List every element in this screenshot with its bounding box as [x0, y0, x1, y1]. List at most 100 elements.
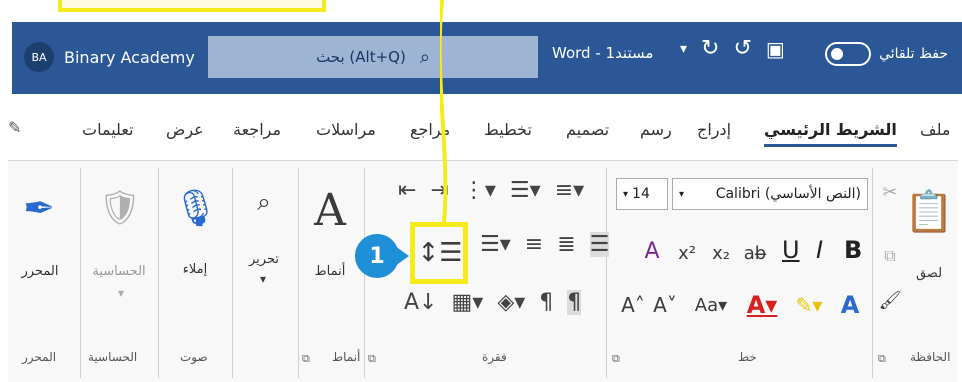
account-area[interactable]: BA Binary Academy [24, 42, 195, 72]
font-color-icon[interactable]: A▾ [740, 288, 784, 322]
subscript-icon[interactable]: x₂ [706, 238, 736, 268]
microphone-icon[interactable]: 🎙 [173, 176, 219, 240]
numbered-list-icon[interactable]: ☰▾ [510, 178, 541, 203]
tab-view[interactable]: عرض [166, 120, 204, 139]
shading-icon[interactable]: ◈▾ [497, 290, 525, 315]
paragraph-group-label: فقرة [482, 350, 507, 364]
group-separator [298, 168, 299, 378]
paste-button-label[interactable]: لصق [905, 266, 953, 281]
editor-button-label[interactable]: المحرر [14, 264, 66, 279]
strikethrough-icon[interactable]: ab̶ [740, 238, 770, 268]
shrink-font-icon[interactable]: A˅ [650, 288, 680, 322]
clipboard-group-label: الحافظة [910, 350, 951, 364]
find-icon[interactable]: ⌕ [246, 184, 282, 220]
redo-icon[interactable]: ↻ [701, 36, 719, 61]
chevron-down-icon[interactable]: ▾ [680, 41, 687, 57]
tab-mailings[interactable]: مراسلات [316, 120, 376, 139]
decrease-indent-icon[interactable]: ⇤ [398, 178, 416, 203]
font-name-dropdown[interactable]: (النص الأساسي) Calibri ▾ [672, 178, 868, 210]
paragraph-row-misc: A↓ ▦▾ ◈▾ ¶ ¶ [404, 290, 582, 315]
dialog-launcher-icon[interactable]: ⧉ [302, 352, 310, 366]
paste-icon[interactable]: 📋 [904, 182, 954, 240]
borders-icon[interactable]: ▦▾ [451, 290, 483, 315]
editor-icon[interactable]: ✒ [14, 176, 64, 240]
copy-icon[interactable]: ⧉ [878, 244, 902, 268]
sort-icon[interactable]: A↓ [404, 290, 437, 315]
paragraph-row-align: ☰▾ ≡ ≣ ☰ [480, 232, 610, 257]
paragraph-row-lists: ⇤ ⇥ ⋮▾ ☰▾ ≡▾ [398, 178, 584, 203]
tab-help[interactable]: تعليمات [82, 120, 133, 139]
sensitivity-icon: 🛡 [98, 188, 142, 228]
chevron-down-icon: ▾ [117, 286, 125, 300]
styles-button-label[interactable]: أنماط [304, 264, 356, 279]
tab-insert[interactable]: إدراج [697, 120, 731, 139]
sensitivity-button-label: الحساسية [92, 264, 146, 279]
search-icon: ⌕ [419, 46, 430, 68]
align-center-icon[interactable]: ≣ [557, 232, 575, 257]
voice-group-label: صوت [180, 350, 208, 364]
highlight-color-icon[interactable]: ✎▾ [790, 288, 828, 322]
tab-design[interactable]: تصميم [566, 120, 609, 139]
group-separator [606, 168, 607, 378]
bold-button[interactable]: B [844, 236, 862, 264]
account-name: Binary Academy [64, 47, 195, 67]
title-bar: BA Binary Academy بحث (Alt+Q) ⌕ مستند1 -… [12, 22, 962, 94]
chevron-down-icon[interactable]: ▾ [248, 270, 278, 288]
increase-indent-icon[interactable]: ⇥ [430, 178, 448, 203]
undo-icon[interactable]: ↺ [733, 36, 751, 61]
group-separator [80, 168, 81, 378]
tab-file[interactable]: ملف [920, 120, 950, 139]
editing-button-label[interactable]: تحرير [240, 252, 288, 267]
align-left-icon[interactable]: ☰ [589, 232, 610, 257]
save-icon[interactable]: ▣ [766, 37, 785, 61]
change-case-icon[interactable]: Aa▾ [688, 288, 734, 322]
align-right-icon[interactable]: ≡ [525, 232, 543, 257]
ribbon-tabs: ملف الشريط الرئيسي إدراج رسم تصميم تخطيط… [0, 110, 962, 152]
styles-group-label: أنماط [332, 350, 361, 364]
font-group-label: خط [738, 350, 757, 364]
chevron-down-icon: ▾ [623, 188, 629, 200]
dialog-launcher-icon[interactable]: ⧉ [878, 352, 886, 366]
search-box[interactable]: بحث (Alt+Q) ⌕ [208, 36, 538, 78]
font-name-value: (النص الأساسي) Calibri [715, 186, 861, 202]
autosave: حفظ تلقائي [825, 42, 948, 66]
autosave-toggle[interactable] [825, 42, 872, 66]
group-separator [872, 168, 873, 378]
format-painter-icon[interactable]: 🖌 [878, 288, 902, 312]
align-justify-icon[interactable]: ☰▾ [480, 232, 511, 257]
document-title: مستند1 - Word [552, 44, 654, 62]
tab-home[interactable]: الشريط الرئيسي [764, 120, 897, 147]
bullet-list-icon[interactable]: ≡▾ [555, 178, 584, 203]
sensitivity-group-label: الحساسية [88, 350, 138, 364]
superscript-icon[interactable]: x² [672, 238, 702, 268]
annotation-step-marker: 1 [355, 234, 409, 278]
avatar[interactable]: BA [24, 42, 54, 72]
dictate-button-label[interactable]: إملاء [170, 262, 220, 277]
tab-layout[interactable]: تخطيط [484, 120, 532, 139]
quick-access-toolbar: ▾ ↻ ↺ ▣ [680, 36, 785, 61]
font-size-dropdown[interactable]: ▾ 14 [616, 178, 668, 210]
dialog-launcher-icon[interactable]: ⧉ [368, 352, 376, 366]
editor-group-label: المحرر [22, 350, 57, 364]
multilevel-list-icon[interactable]: ⋮▾ [463, 178, 496, 203]
underline-button[interactable]: U [782, 236, 800, 264]
rtl-direction-icon[interactable]: ¶ [539, 290, 553, 315]
clear-formatting-icon[interactable]: A [636, 234, 668, 268]
autosave-label: حفظ تلقائي [879, 46, 948, 62]
tab-draw[interactable]: رسم [640, 120, 672, 139]
styles-icon[interactable]: A [306, 180, 354, 240]
chevron-down-icon: ▾ [679, 188, 685, 200]
grow-font-icon[interactable]: A˄ [618, 288, 648, 322]
tab-review[interactable]: مراجعة [233, 120, 281, 139]
annotation-highlight-box [410, 222, 468, 284]
show-formatting-icon[interactable]: ¶ [567, 290, 582, 315]
cut-icon[interactable]: ✂ [878, 180, 902, 204]
group-separator [232, 168, 233, 378]
tab-references[interactable]: مراجع [410, 120, 450, 139]
text-effects-icon[interactable]: A [834, 288, 866, 322]
dialog-launcher-icon[interactable]: ⧉ [612, 352, 620, 366]
annotation-top-box [58, 0, 326, 12]
group-separator [158, 168, 159, 378]
font-size-value: 14 [632, 186, 650, 202]
italic-button[interactable]: I [816, 236, 823, 264]
